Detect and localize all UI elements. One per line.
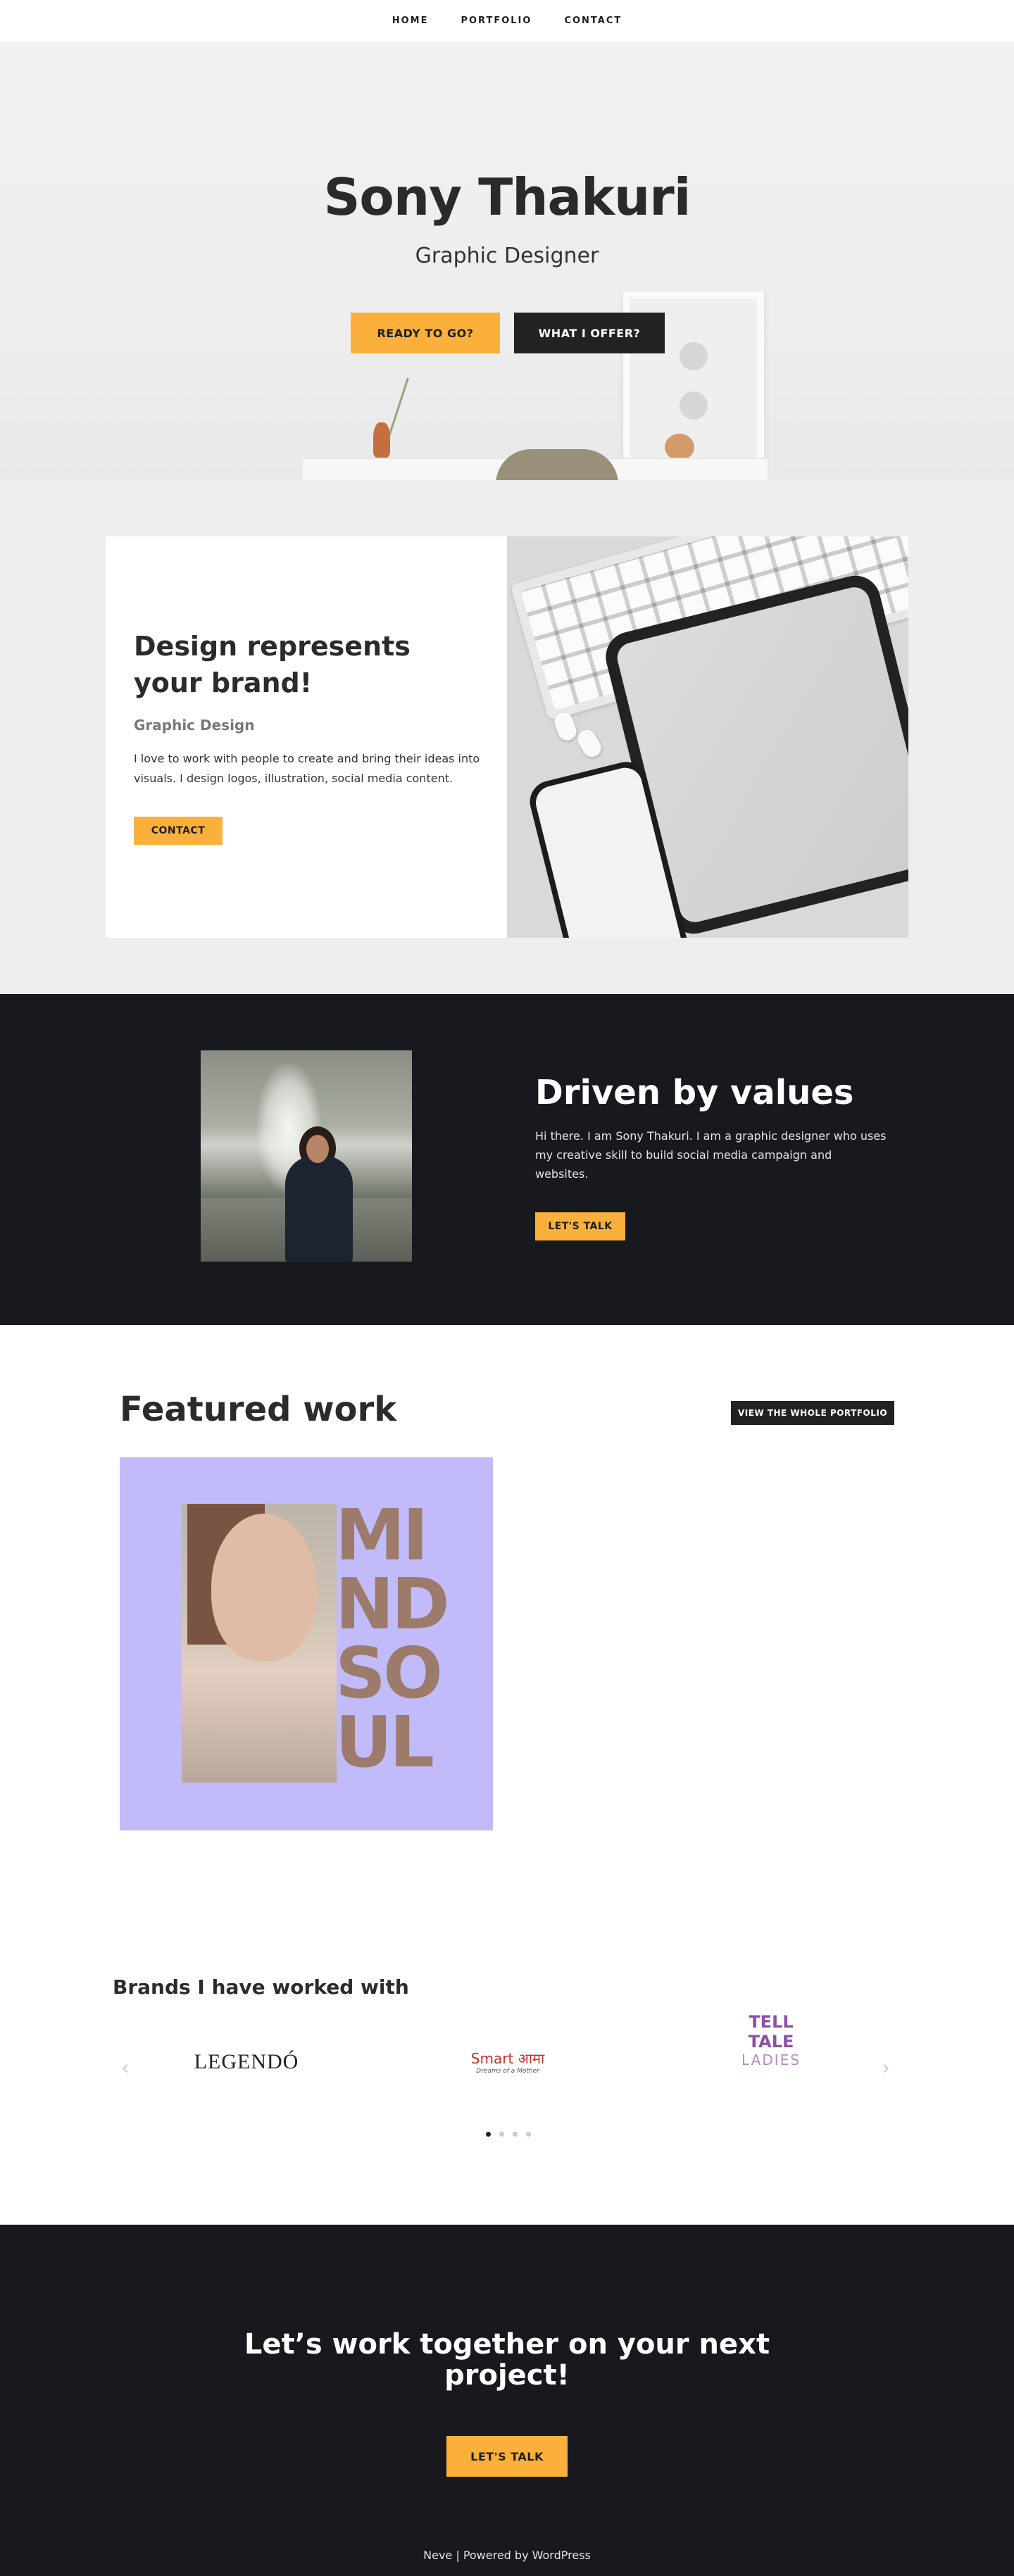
intro-heading: Design represents your brand! [134,631,411,698]
artwork-letters: MI ND SO UL [335,1494,450,1783]
carousel-dot[interactable] [513,2132,518,2137]
hero-subtitle: Graphic Designer [415,244,599,268]
brand-logo-legendo: LEGENDÓ [194,2050,299,2073]
intro-description: I love to work with people to create and… [134,752,480,785]
brands-heading: Brands I have worked with [113,1975,409,1999]
brands-section: Brands I have worked with ‹ LEGENDÓ Smar… [0,1923,1014,2225]
devices-image [507,536,908,938]
carousel-dot[interactable] [526,2132,531,2137]
nav-contact-link[interactable]: CONTACT [564,15,622,26]
top-nav: HOME PORTFOLIO CONTACT [0,0,1014,42]
carousel-dots [486,2132,531,2137]
about-description: Hi there. I am Sony Thakuri. I am a grap… [535,1129,887,1181]
brand-logo-smart-aama: Smart आमा Dreams of a Mother [470,2050,545,2075]
nav-home-link[interactable]: HOME [392,15,429,26]
contact-button[interactable]: CONTACT [134,817,223,845]
plant-image [382,377,434,460]
cta-heading: Let’s work together on your next project… [244,2328,770,2392]
carousel-next-arrow-icon[interactable]: › [882,2056,890,2080]
ready-to-go-button[interactable]: READY TO GO? [351,313,500,353]
chair-image [496,449,618,480]
featured-work-section: Featured work VIEW THE WHOLE PORTFOLIO M… [0,1325,1014,1923]
nav-portfolio-link[interactable]: PORTFOLIO [461,15,532,26]
hero-section: Sony Thakuri Graphic Designer READY TO G… [0,42,1014,480]
carousel-prev-arrow-icon[interactable]: ‹ [121,2056,130,2080]
carousel-dot[interactable] [499,2132,504,2137]
view-portfolio-button[interactable]: VIEW THE WHOLE PORTFOLIO [731,1401,894,1425]
footer-credit: Neve | Powered by WordPress [423,2549,591,2562]
intro-subheading: Graphic Design [134,717,255,734]
portrait-photo [201,1050,412,1262]
brand-logo-tell-tale-ladies: TELL TALE LADIES [741,2012,801,2068]
lets-talk-button[interactable]: LET'S TALK [535,1212,625,1240]
intro-card: Design represents your brand! Graphic De… [106,536,507,938]
pot-image [665,434,694,460]
vase-image [373,422,390,459]
carousel-dot[interactable] [486,2132,491,2137]
featured-heading: Featured work [120,1390,397,1429]
cta-section: Let’s work together on your next project… [0,2225,1014,2576]
featured-work-image[interactable]: MI ND SO UL [120,1457,493,1830]
what-i-offer-button[interactable]: WHAT I OFFER? [514,313,665,353]
about-section: Driven by values Hi there. I am Sony Tha… [0,994,1014,1325]
about-heading: Driven by values [535,1073,854,1112]
earbud-image [574,727,605,760]
intro-section: Design represents your brand! Graphic De… [0,480,1014,994]
cta-lets-talk-button[interactable]: LET'S TALK [446,2436,568,2477]
hero-title: Sony Thakuri [323,168,691,227]
